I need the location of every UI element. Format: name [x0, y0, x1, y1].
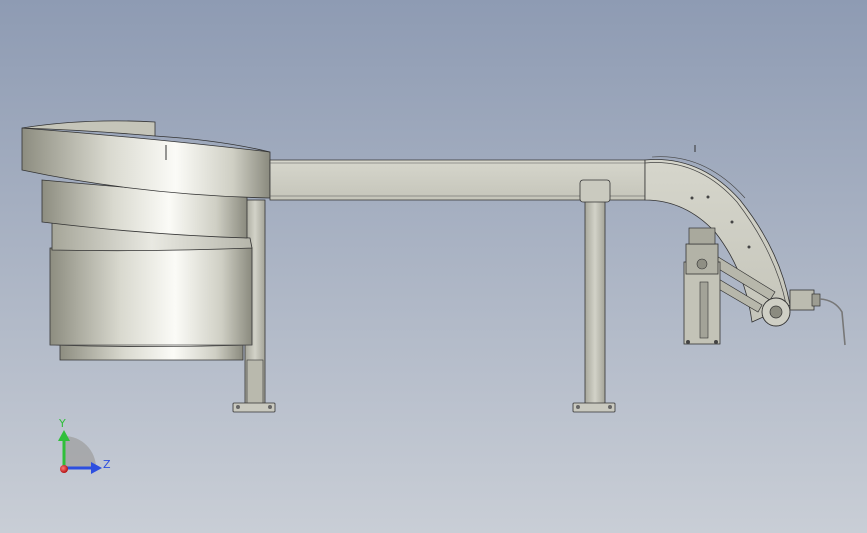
bowl-leg-inner [246, 359, 264, 406]
curve-screw [690, 196, 694, 200]
gear-box-shaft [696, 258, 708, 270]
z-axis-label: Z [103, 458, 111, 471]
foot-bolt [576, 405, 580, 409]
curve-screw [706, 195, 710, 199]
curve-screw [747, 245, 751, 249]
leg-bracket [579, 179, 611, 203]
drive-frame-slot [699, 281, 709, 339]
gear-box-top [688, 227, 716, 245]
x-axis-dot [60, 465, 68, 473]
frame-bolt [714, 340, 718, 344]
foot-bolt [268, 405, 272, 409]
curve-screw [730, 220, 734, 224]
drive-motor[interactable] [789, 289, 815, 311]
y-axis-label: Y [58, 417, 66, 430]
foot-bolt [608, 405, 612, 409]
frame-bolt [686, 340, 690, 344]
end-idler-hub [769, 305, 783, 319]
motor-cap [811, 293, 821, 307]
foot-bolt [236, 405, 240, 409]
cad-viewport[interactable]: Y Z [0, 0, 867, 533]
conveyor-leg[interactable] [584, 199, 606, 406]
bowl-main-drum[interactable] [49, 247, 253, 347]
